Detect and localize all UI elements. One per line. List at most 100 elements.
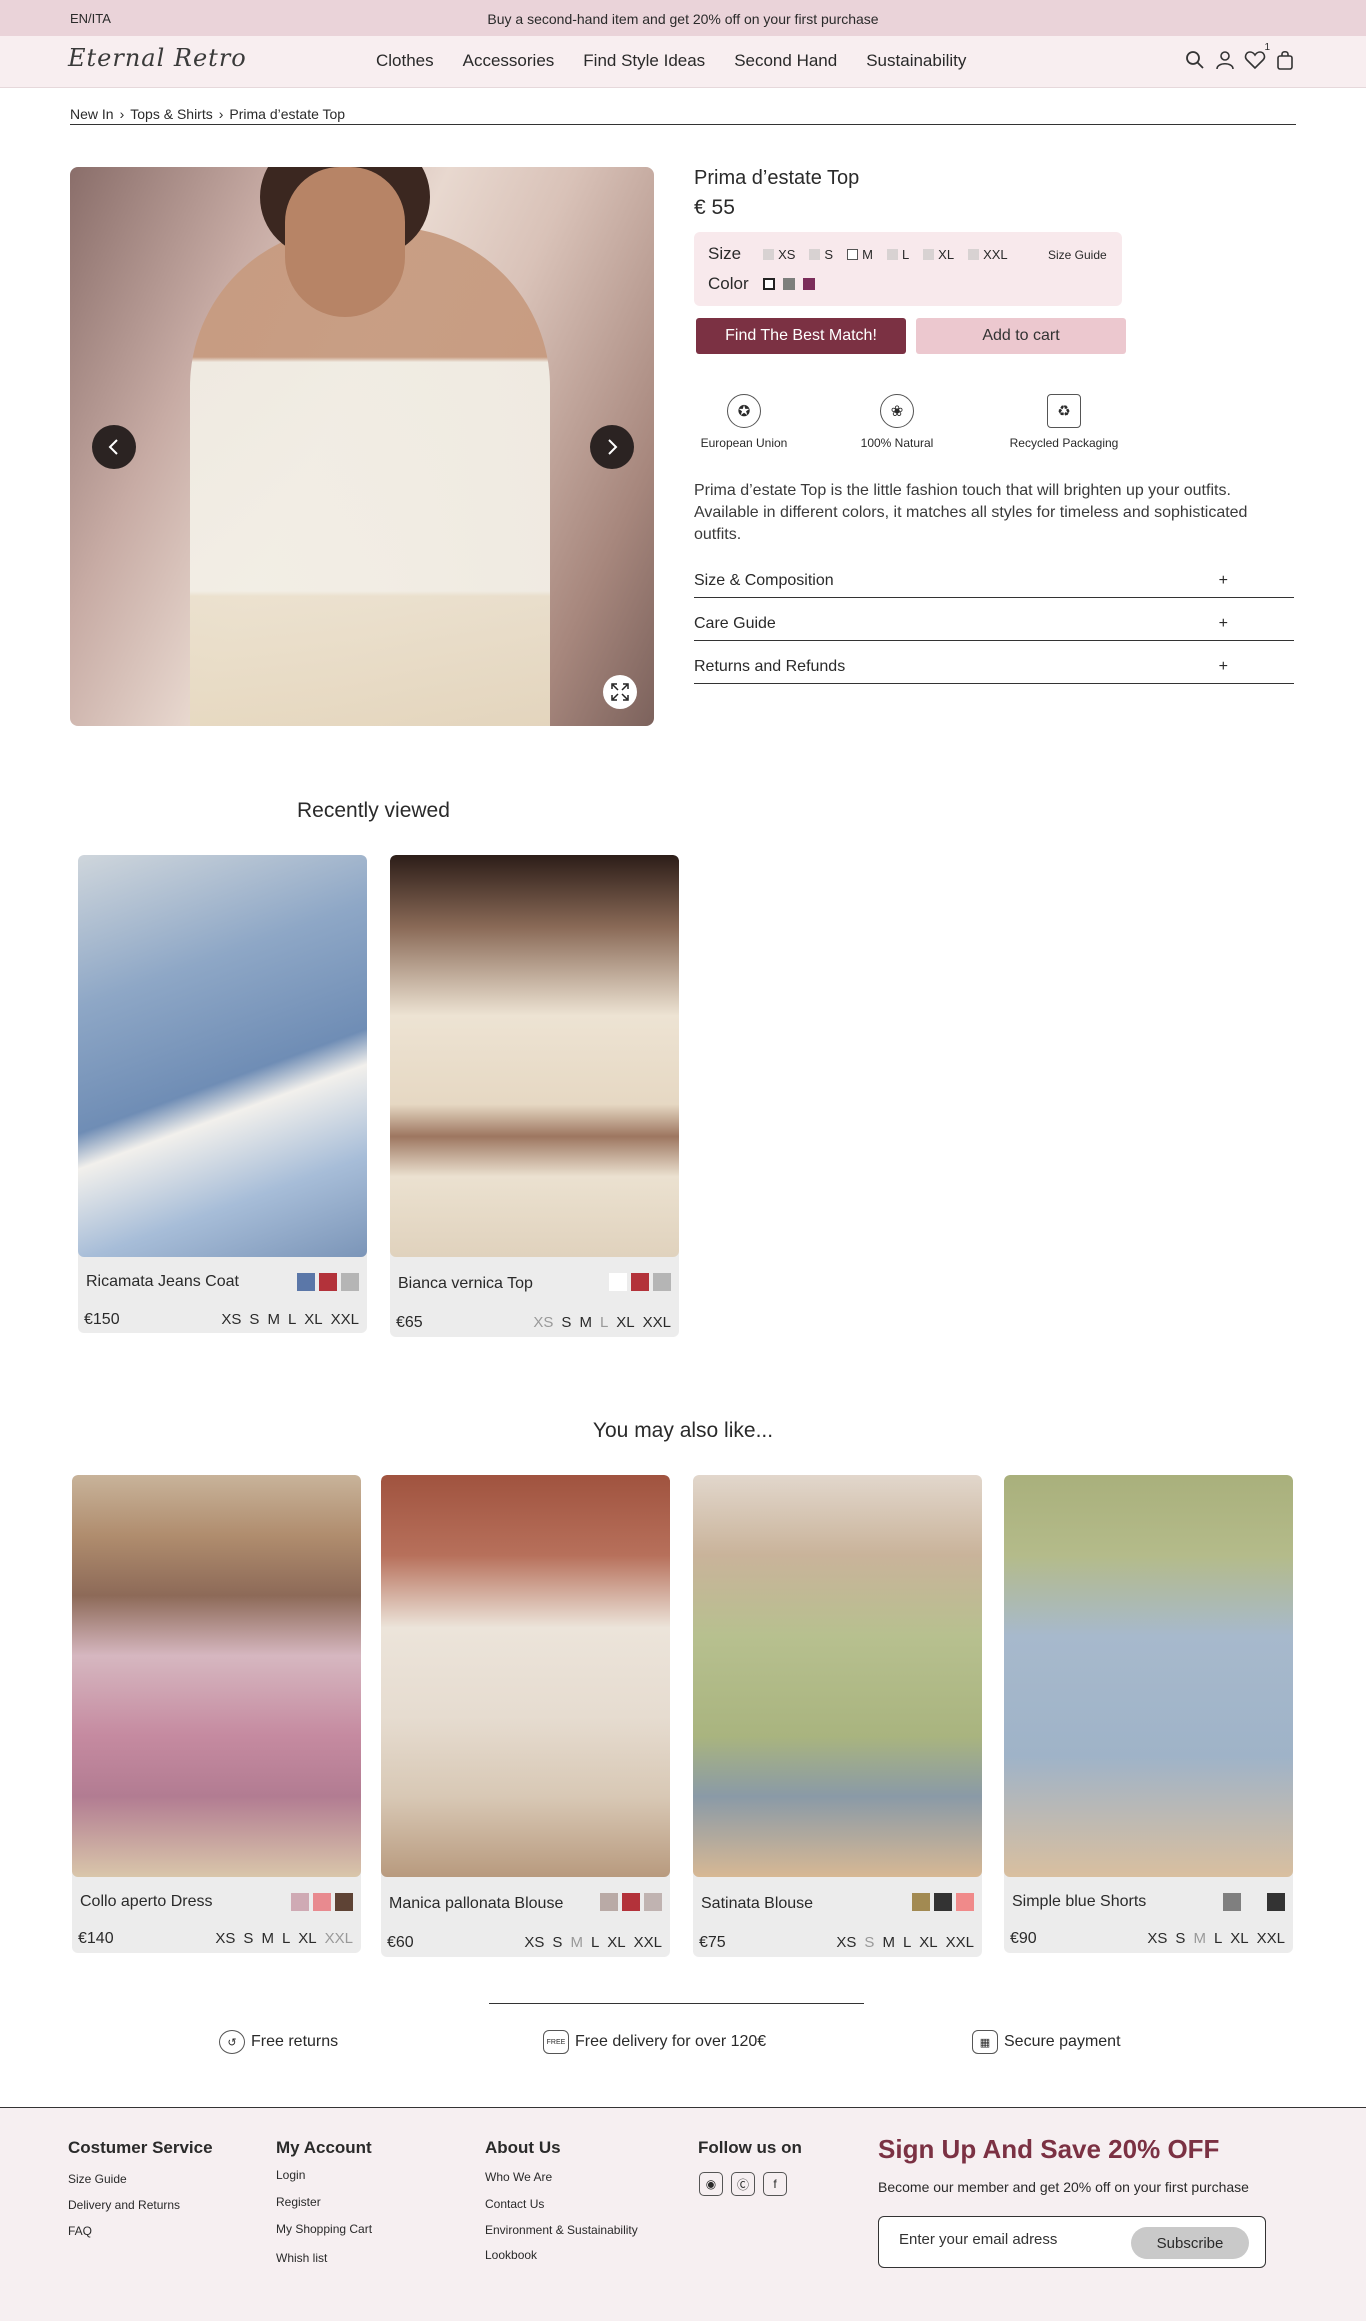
feature-eu-label: European Union [700, 436, 788, 450]
color-swatch-white[interactable] [762, 278, 775, 290]
color-swatch-plum[interactable] [802, 278, 815, 290]
footer-link-shopping-cart[interactable]: My Shopping Cart [276, 2222, 372, 2236]
color-swatch[interactable] [1267, 1893, 1285, 1911]
size-option-s[interactable]: S [809, 247, 833, 262]
color-swatch[interactable] [956, 1893, 974, 1911]
accordion-returns-refunds-label: Returns and Refunds [694, 658, 846, 675]
perks-divider [489, 2003, 864, 2004]
product-card[interactable]: Manica pallonata Blouse €60 XS S M L XL XXL [381, 1475, 670, 1957]
cart-icon[interactable] [1274, 48, 1296, 72]
color-swatch[interactable] [319, 1273, 337, 1291]
product-card-image [1004, 1475, 1293, 1877]
product-card[interactable]: Bianca vernica Top €65 XS S M L XL XXL [390, 855, 679, 1337]
footer-link-who-we-are[interactable]: Who We Are [485, 2170, 552, 2184]
product-description: Prima d’estate Top is the little fashion… [694, 482, 1248, 543]
newsletter-form: Subscribe [878, 2216, 1266, 2268]
color-swatch[interactable] [644, 1893, 662, 1911]
main-nav: Clothes Accessories Find Style Ideas Sec… [376, 51, 966, 71]
color-swatch[interactable] [912, 1893, 930, 1911]
accordion-size-composition[interactable]: Size & Composition + [694, 572, 1294, 598]
gallery-next-button[interactable] [590, 425, 634, 469]
feature-recycled: ♻ Recycled Packaging [989, 394, 1139, 450]
nav-clothes[interactable]: Clothes [376, 51, 434, 71]
brand-logo[interactable]: Eternal Retro [68, 44, 247, 72]
account-icon[interactable] [1214, 48, 1236, 72]
nav-find-style-ideas[interactable]: Find Style Ideas [583, 51, 705, 71]
breadcrumb-new-in[interactable]: New In [70, 106, 114, 122]
product-card[interactable]: Ricamata Jeans Coat €150 XS S M L XL XXL [78, 855, 367, 1333]
nav-accessories[interactable]: Accessories [463, 51, 555, 71]
perk-free-delivery: FREE Free delivery for over 120€ [543, 2030, 766, 2054]
color-swatch[interactable] [313, 1893, 331, 1911]
facebook-icon[interactable]: f [763, 2172, 787, 2196]
product-card-price: €75 [699, 1934, 726, 1951]
product-card[interactable]: Satinata Blouse €75 XS S M L XL XXL [693, 1475, 982, 1957]
footer-link-size-guide[interactable]: Size Guide [68, 2172, 127, 2186]
add-to-cart-button[interactable]: Add to cart [916, 318, 1126, 354]
color-swatch[interactable] [335, 1893, 353, 1911]
product-card[interactable]: Simple blue Shorts €90 XS S M L XL XXL [1004, 1475, 1293, 1953]
color-swatch[interactable] [631, 1273, 649, 1291]
size-option-xs[interactable]: XS [763, 247, 795, 262]
instagram-icon[interactable]: ◉ [699, 2172, 723, 2196]
footer-link-faq[interactable]: FAQ [68, 2224, 92, 2238]
color-swatch[interactable] [600, 1893, 618, 1911]
nav-second-hand[interactable]: Second Hand [734, 51, 837, 71]
product-card-price: €90 [1010, 1930, 1037, 1947]
color-swatch-grey[interactable] [782, 278, 795, 290]
product-card-sizes: XS S M L XL XXL [836, 1934, 974, 1951]
accordion-care-guide[interactable]: Care Guide + [694, 615, 1294, 641]
footer-link-contact-us[interactable]: Contact Us [485, 2197, 544, 2211]
product-photo-head [285, 167, 405, 317]
color-swatch[interactable] [609, 1273, 627, 1291]
product-price: € 55 [694, 196, 735, 219]
color-swatch[interactable] [622, 1893, 640, 1911]
subscribe-button[interactable]: Subscribe [1131, 2227, 1249, 2259]
feature-recycled-label: Recycled Packaging [1009, 436, 1119, 450]
wishlist-icon[interactable]: 1 [1244, 42, 1270, 72]
footer-account-title: My Account [276, 2138, 372, 2157]
accordion-returns-refunds[interactable]: Returns and Refunds + [694, 658, 1294, 684]
footer-link-lookbook[interactable]: Lookbook [485, 2248, 537, 2262]
size-guide-link[interactable]: Size Guide [1048, 248, 1107, 262]
footer-link-register[interactable]: Register [276, 2195, 321, 2209]
find-best-match-button[interactable]: Find The Best Match! [696, 318, 906, 354]
footer-about-title: About Us [485, 2138, 561, 2157]
color-swatch[interactable] [291, 1893, 309, 1911]
perk-free-returns-label: Free returns [251, 2033, 339, 2050]
product-card-colors [291, 1893, 353, 1911]
color-swatch[interactable] [934, 1893, 952, 1911]
product-card-sizes: XS S M L XL XXL [221, 1311, 359, 1328]
size-option-m[interactable]: M [847, 247, 873, 262]
breadcrumb: New In › Tops & Shirts › Prima d’estate … [70, 106, 345, 122]
site-header: Eternal Retro Clothes Accessories Find S… [0, 36, 1366, 88]
footer-link-delivery-returns[interactable]: Delivery and Returns [68, 2198, 180, 2212]
color-swatch[interactable] [1223, 1893, 1241, 1911]
product-card-price: €65 [396, 1314, 423, 1331]
color-swatch[interactable] [297, 1273, 315, 1291]
product-card-colors [1223, 1893, 1285, 1911]
color-swatch[interactable] [1245, 1893, 1263, 1911]
fullscreen-button[interactable] [603, 675, 637, 709]
color-swatch[interactable] [341, 1273, 359, 1291]
email-field[interactable] [899, 2231, 1119, 2248]
size-option-xxl[interactable]: XXL [968, 247, 1008, 262]
color-selector: Color [708, 274, 823, 294]
eu-stars-icon: ✪ [727, 394, 761, 428]
footer-link-login[interactable]: Login [276, 2168, 305, 2182]
size-option-l[interactable]: L [886, 247, 909, 262]
breadcrumb-tops-shirts[interactable]: Tops & Shirts [130, 106, 212, 122]
footer-link-wish-list[interactable]: Whish list [276, 2251, 327, 2265]
site-footer: Costumer Service Size Guide Delivery and… [0, 2107, 1366, 2321]
recently-viewed-title: Recently viewed [297, 799, 450, 822]
search-icon[interactable] [1184, 48, 1206, 72]
footer-link-environment[interactable]: Environment & Sustainability [485, 2223, 638, 2237]
nav-sustainability[interactable]: Sustainability [866, 51, 966, 71]
pinterest-icon[interactable]: Ⓒ [731, 2172, 755, 2196]
size-option-xl[interactable]: XL [923, 247, 954, 262]
color-swatch[interactable] [653, 1273, 671, 1291]
also-like-title: You may also like... [592, 1419, 774, 1442]
gallery-prev-button[interactable] [92, 425, 136, 469]
size-selector: Size XS S M L XL XXL [708, 244, 1022, 264]
product-card[interactable]: Collo aperto Dress €140 XS S M L XL XXL [72, 1475, 361, 1953]
